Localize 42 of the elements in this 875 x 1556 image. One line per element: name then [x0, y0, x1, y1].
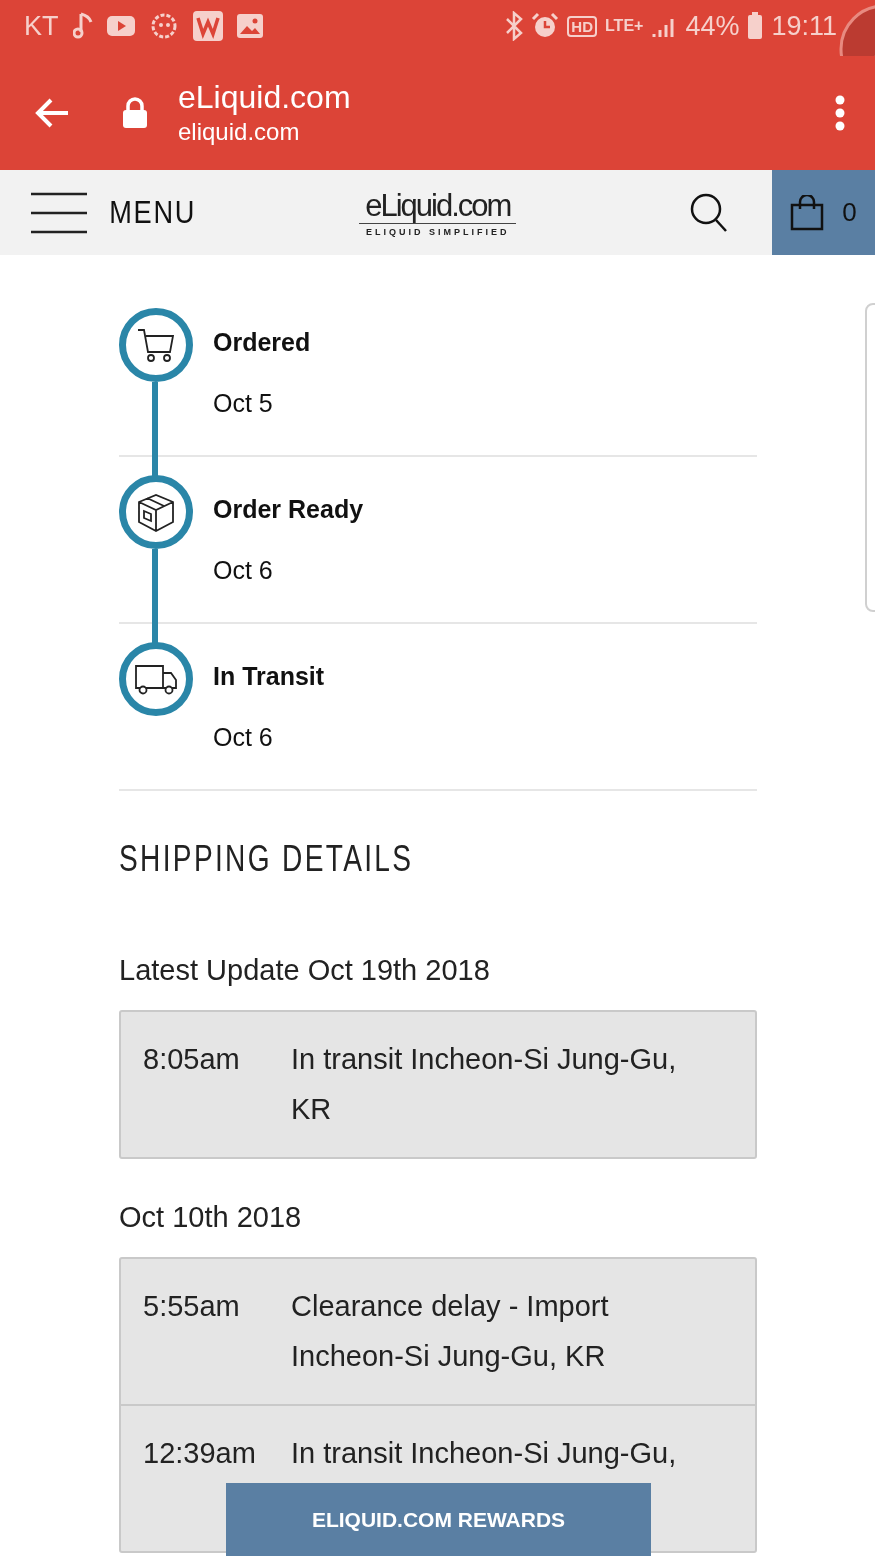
step-title: In Transit	[213, 662, 325, 691]
step-title: Order Ready	[213, 495, 364, 524]
site-logo[interactable]: eLiquid.com ELIQUID SIMPLIFIED	[359, 188, 517, 237]
video-icon	[106, 16, 135, 36]
update-date: Latest Update Oct 19th 2018	[119, 953, 491, 988]
rewards-button[interactable]: ELIQUID.COM REWARDS	[226, 1483, 651, 1556]
lock-icon	[122, 97, 148, 129]
network-type-label: LTE+	[605, 17, 644, 35]
carrier-label: KT	[24, 10, 59, 42]
battery-percentage: 44%	[685, 10, 740, 42]
alarm-icon	[531, 12, 560, 40]
event-description: Clearance delay - Import Incheon-Si Jung-Gu, KR	[291, 1289, 610, 1374]
update-date: Oct 10th 2018	[119, 1200, 303, 1235]
event-time: 8:05am	[143, 1042, 241, 1077]
overflow-menu-icon[interactable]	[835, 95, 845, 131]
menu-icon	[31, 191, 88, 234]
section-heading: SHIPPING DETAILS	[119, 837, 415, 881]
step-date: Oct 6	[213, 723, 274, 752]
event-time: 5:55am	[143, 1289, 241, 1324]
image-icon	[236, 14, 263, 38]
package-icon	[135, 491, 177, 533]
cart-button[interactable]: 0	[772, 170, 875, 255]
event-description: In transit Incheon-Si Jung-Gu, KR	[291, 1042, 678, 1127]
page-title: eLiquid.com	[178, 78, 351, 116]
event-time: 12:39am	[143, 1436, 257, 1471]
hd-voice-indicator: HD	[567, 15, 597, 37]
search-icon[interactable]	[690, 192, 728, 233]
clock-time: 19:11	[771, 10, 837, 42]
step-date: Oct 6	[213, 556, 274, 585]
shopping-bag-icon	[790, 194, 825, 231]
step-date: Oct 5	[213, 389, 274, 418]
page-url: eliquid.com	[178, 117, 301, 147]
truck-icon	[134, 663, 178, 695]
battery-icon	[747, 12, 764, 40]
music-note-icon	[72, 12, 93, 40]
menu-button[interactable]: MENU	[31, 191, 197, 234]
back-arrow-icon[interactable]	[34, 97, 70, 129]
bluetooth-icon	[505, 11, 524, 41]
word-app-icon	[192, 11, 223, 41]
shopping-cart-icon	[136, 327, 176, 363]
event-description: In transit Incheon-Si Jung-Gu,	[291, 1436, 677, 1471]
step-title: Ordered	[213, 328, 311, 357]
